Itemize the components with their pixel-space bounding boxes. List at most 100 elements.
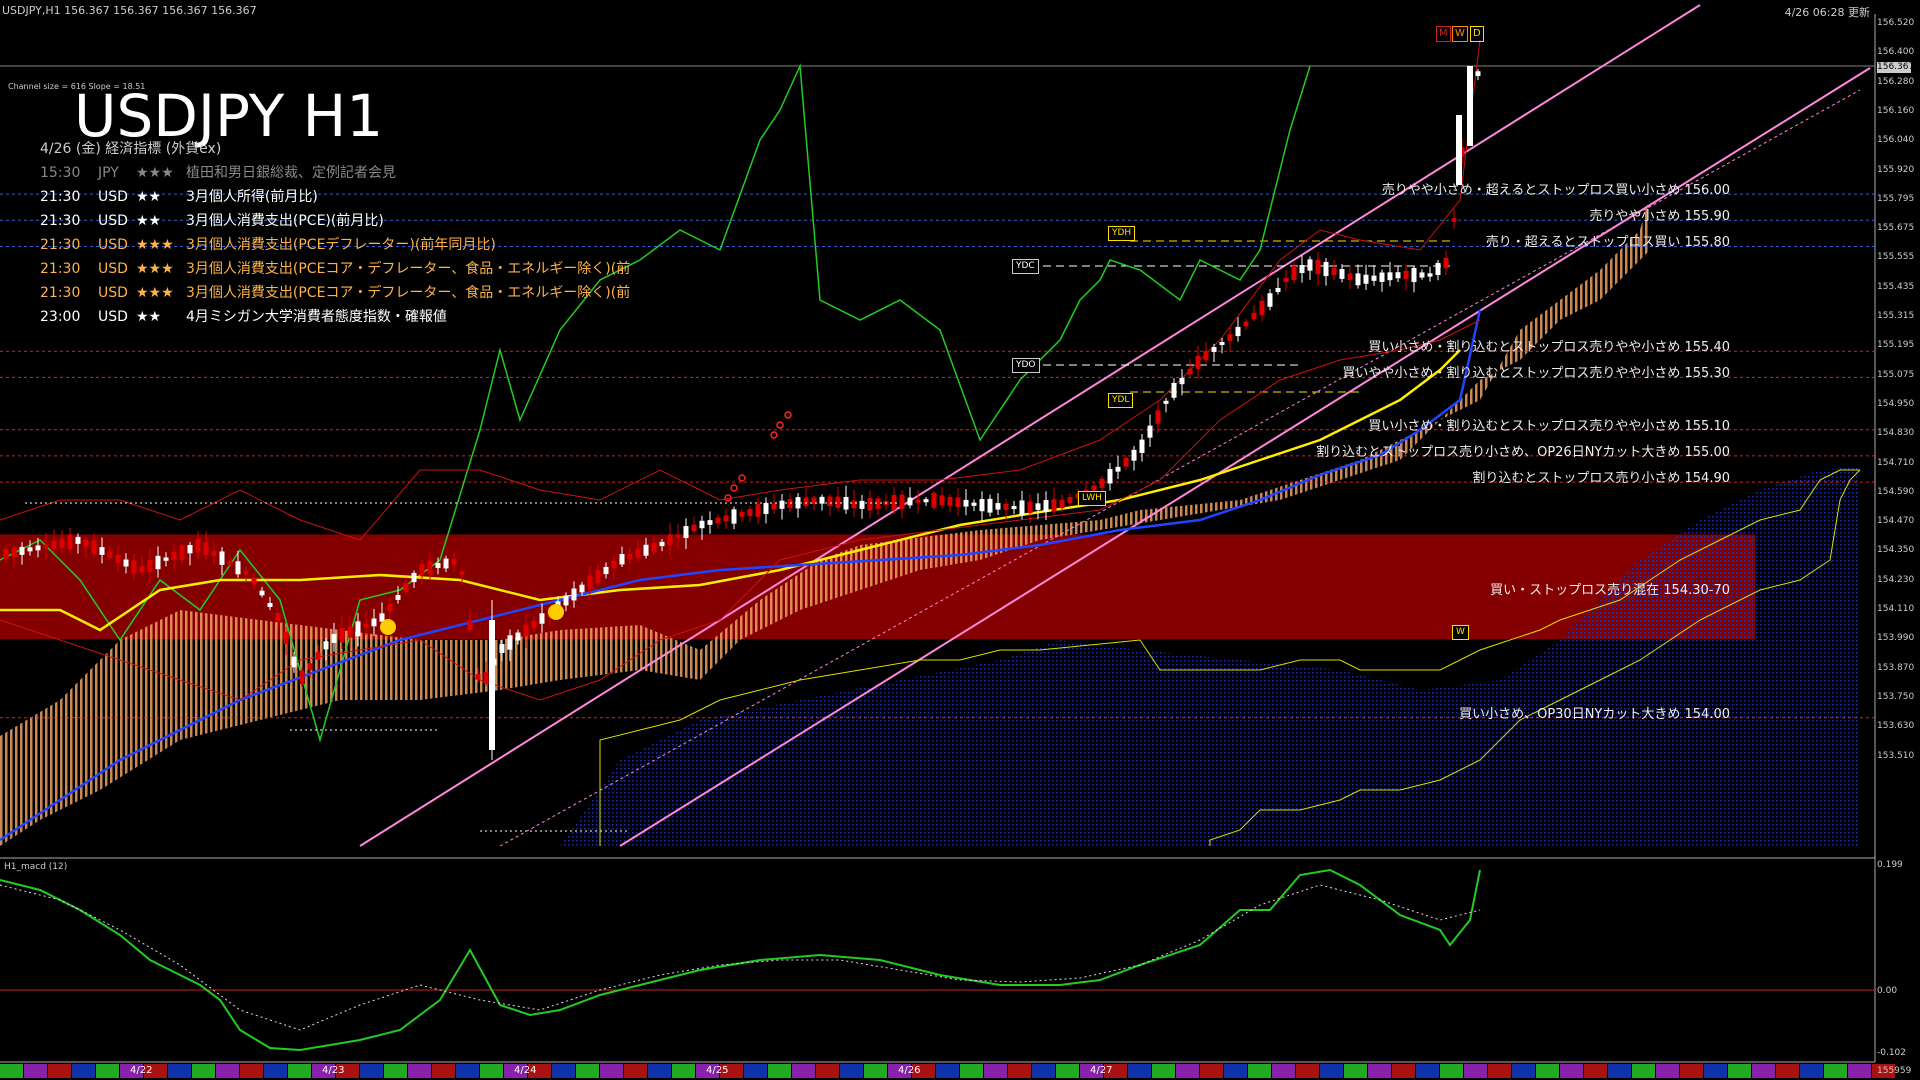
candle-body xyxy=(387,603,393,612)
session-bar xyxy=(1320,1064,1343,1078)
candle-body xyxy=(211,550,217,556)
candle-body xyxy=(1339,269,1345,279)
candle-body xyxy=(1027,501,1033,513)
candle-body xyxy=(123,559,129,567)
event-stars: ★★★ xyxy=(136,285,174,301)
candle-body xyxy=(1379,272,1385,282)
signal-marker xyxy=(548,604,564,620)
candle-body xyxy=(1051,499,1057,512)
candle-body xyxy=(19,546,25,555)
candle-body xyxy=(435,562,441,569)
candle-body xyxy=(1019,500,1025,516)
session-bar xyxy=(816,1064,839,1078)
economic-event-row: 21:30 USD ★★★ 3月個人消費支出(PCEコア・デフレーター、食品・エネルギ… xyxy=(40,281,630,305)
candle-body xyxy=(851,500,857,509)
candle-body xyxy=(43,544,49,549)
candle-body xyxy=(1155,410,1161,424)
candle-body xyxy=(835,496,841,508)
timeframe-d[interactable]: D xyxy=(1470,26,1484,42)
candle-body xyxy=(1043,500,1049,513)
price-axis-tick: 156.040 xyxy=(1877,135,1915,146)
candle-body xyxy=(1115,466,1121,472)
candle-body xyxy=(787,499,793,509)
candle-body xyxy=(603,566,609,575)
session-bar xyxy=(600,1064,623,1078)
candle-body xyxy=(1355,273,1361,286)
candle-body xyxy=(867,497,873,511)
candle-body xyxy=(59,538,65,549)
session-bar xyxy=(864,1064,887,1078)
candle-body xyxy=(771,503,777,510)
session-bar xyxy=(1536,1064,1559,1078)
candle-body xyxy=(1315,259,1321,275)
candle-body xyxy=(411,572,417,583)
candle-body xyxy=(139,566,145,573)
session-bar xyxy=(1848,1064,1871,1078)
date-label: 4/26 xyxy=(898,1065,921,1076)
timeframe-w[interactable]: W xyxy=(1452,26,1468,42)
candle-body xyxy=(1371,275,1377,281)
session-bar xyxy=(1200,1064,1223,1078)
candle-body xyxy=(1227,334,1233,341)
candle-body xyxy=(539,613,545,624)
level-label: 割り込むとストップロス売り小さめ 154.90 xyxy=(1472,471,1730,487)
candle-body xyxy=(627,553,633,559)
candle-body xyxy=(1403,271,1409,279)
candle-body xyxy=(1171,382,1177,398)
candle-body xyxy=(115,555,121,563)
candle-body xyxy=(1456,115,1462,185)
candle-body xyxy=(363,623,369,628)
ydo-marker: YDO xyxy=(1012,358,1040,373)
event-stars: ★★★ xyxy=(136,165,174,181)
session-bar xyxy=(24,1064,47,1078)
candle-body xyxy=(75,536,81,544)
candle-body xyxy=(227,561,233,565)
candle-body xyxy=(1211,347,1217,352)
candle-body xyxy=(307,663,313,670)
date-label: 4/22 xyxy=(130,1065,153,1076)
timeframe-m[interactable]: M xyxy=(1436,26,1451,42)
candle-body xyxy=(563,595,569,606)
session-bar xyxy=(168,1064,191,1078)
candle-body xyxy=(963,499,969,507)
session-bar xyxy=(672,1064,695,1078)
session-bar xyxy=(1368,1064,1391,1078)
candle-body xyxy=(507,635,513,650)
event-ccy: USD xyxy=(98,309,128,325)
macd-axis-zero: 0.00 xyxy=(1877,986,1898,996)
bottom-right-value: 155959 xyxy=(1877,1066,1912,1076)
candle-body xyxy=(691,524,697,532)
price-axis-tick: 154.350 xyxy=(1877,545,1915,556)
session-bar xyxy=(648,1064,671,1078)
candle-body xyxy=(715,517,721,524)
session-bar xyxy=(936,1064,959,1078)
price-axis-tick: 154.830 xyxy=(1877,428,1915,439)
candle-body xyxy=(859,500,865,509)
candle-body xyxy=(1451,218,1457,222)
candle-body xyxy=(1011,506,1017,510)
candle-body xyxy=(267,602,273,608)
candle-body xyxy=(131,560,137,574)
candle-body xyxy=(587,575,593,590)
update-time: 4/26 06:28 更新 xyxy=(1784,6,1870,19)
candle-body xyxy=(1363,274,1369,284)
candle-body xyxy=(107,552,113,558)
economic-event-row: 15:30 JPY ★★★ 植田和男日銀総裁、定例記者会見 xyxy=(40,161,630,185)
candle-body xyxy=(1107,469,1113,484)
economic-event-row: 21:30 USD ★★ 3月個人所得(前月比) xyxy=(40,185,630,209)
session-bar xyxy=(768,1064,791,1078)
session-bar xyxy=(960,1064,983,1078)
price-axis-tick: 155.920 xyxy=(1877,164,1915,175)
candle-body xyxy=(147,559,153,572)
macd-axis-top: 0.199 xyxy=(1877,860,1903,870)
candle-body xyxy=(1195,355,1201,369)
price-axis-tick: 154.950 xyxy=(1877,398,1915,409)
session-bar xyxy=(96,1064,119,1078)
candle-body xyxy=(67,534,73,550)
session-bar xyxy=(1800,1064,1823,1078)
candle-body xyxy=(635,548,641,558)
event-stars: ★★ xyxy=(136,309,162,325)
event-event: 3月個人所得(前月比) xyxy=(186,189,318,205)
session-bar xyxy=(216,1064,239,1078)
zone-label: 買い・ストップロス売り混在 154.30-70 xyxy=(1490,582,1730,598)
